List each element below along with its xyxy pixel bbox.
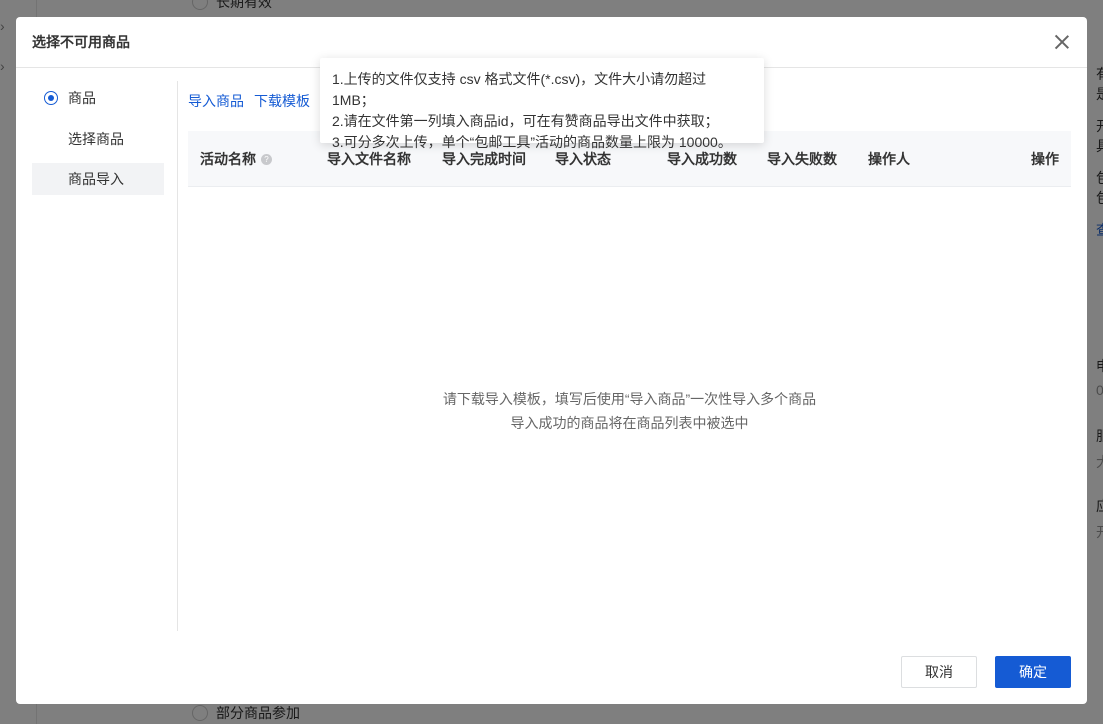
column-header-operation: 操作 (1031, 151, 1059, 167)
tooltip-line: 2.请在文件第一列填入商品id，可在有赞商品导出文件中获取； (332, 113, 719, 129)
tooltip-line: 3.可分多次上传，单个“包邮工具”活动的商品数量上限为 10000。 (332, 134, 732, 150)
column-header-activity-name: 活动名称 ? (200, 131, 272, 187)
empty-state: 请下载导入模板，填写后使用“导入商品”一次性导入多个商品 导入成功的商品将在商品… (188, 387, 1071, 435)
nav-item-select-goods[interactable]: 选择商品 (32, 123, 164, 155)
help-icon[interactable]: ? (261, 153, 272, 165)
radio-checked-icon (44, 91, 58, 105)
empty-state-line: 导入成功的商品将在商品列表中被选中 (510, 415, 749, 431)
dialog-title: 选择不可用商品 (32, 34, 130, 50)
side-nav: 商品 选择商品 商品导入 (32, 81, 164, 195)
nav-item-import-goods[interactable]: 商品导入 (32, 163, 164, 195)
upload-rules-tooltip: 1.上传的文件仅支持 csv 格式文件(*.csv)，文件大小请勿超过 1MB；… (320, 58, 764, 150)
confirm-button[interactable]: 确定 (995, 656, 1071, 688)
tooltip-line: 1.上传的文件仅支持 csv 格式文件(*.csv)，文件大小请勿超过 1MB； (332, 71, 707, 108)
cancel-button[interactable]: 取消 (901, 656, 977, 688)
import-goods-link[interactable]: 导入商品 (188, 91, 244, 111)
download-template-link[interactable]: 下载模板 (254, 91, 310, 111)
nav-group-goods[interactable]: 商品 (32, 81, 164, 115)
column-header-operator: 操作人 (868, 151, 910, 167)
dialog-footer: 取消 确定 (901, 656, 1071, 688)
import-actions: 导入商品 下载模板 (188, 91, 310, 111)
nav-group-label: 商品 (68, 90, 96, 106)
side-divider (177, 81, 178, 631)
column-header-fail-count: 导入失败数 (767, 151, 837, 167)
empty-state-line: 请下载导入模板，填写后使用“导入商品”一次性导入多个商品 (442, 391, 817, 407)
close-icon[interactable] (1053, 33, 1071, 51)
